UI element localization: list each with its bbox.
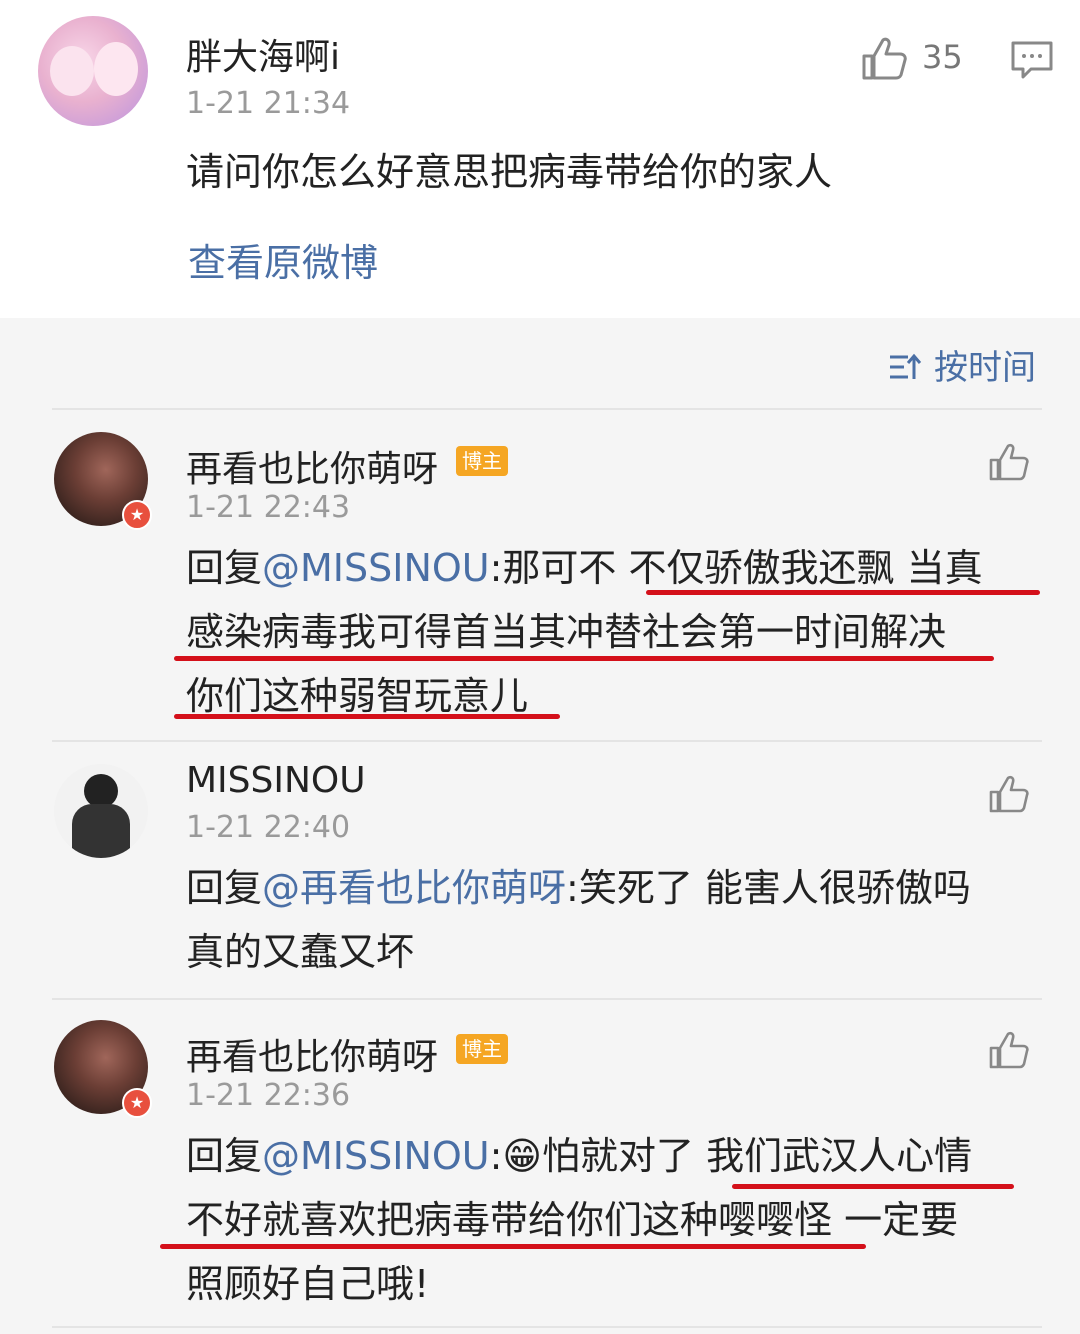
reply-text-line: :😁怕就对了 我们武汉人心情 bbox=[489, 1134, 973, 1178]
red-underline bbox=[174, 714, 560, 719]
reply-text-line: 不好就喜欢把病毒带给你们这种嘤嘤怪 一定要 bbox=[186, 1198, 959, 1242]
red-underline bbox=[174, 656, 994, 661]
sort-label: 按时间 bbox=[934, 348, 1036, 388]
reply-line: 回复@再看也比你萌呀:笑死了 能害人很骄傲吗 bbox=[186, 856, 1066, 920]
sort-icon bbox=[890, 353, 922, 379]
avatar[interactable] bbox=[38, 16, 148, 126]
reply-text-line: :那可不 不仅骄傲我还飘 当真 bbox=[489, 546, 983, 590]
reply-text-line: 真的又蠢又坏 bbox=[186, 930, 415, 974]
avatar-figure bbox=[94, 42, 138, 96]
reply-prefix: 回复 bbox=[186, 866, 263, 910]
verified-badge-icon: ★ bbox=[122, 1088, 152, 1118]
reply-prefix: 回复 bbox=[186, 1134, 263, 1178]
reply-text: 回复@MISSINOU:😁怕就对了 我们武汉人心情 不好就喜欢把病毒带给你们这种… bbox=[186, 1124, 1066, 1316]
thumbs-up-icon[interactable] bbox=[860, 36, 908, 82]
reply-line: 回复@MISSINOU:😁怕就对了 我们武汉人心情 bbox=[186, 1124, 1066, 1188]
red-underline bbox=[646, 590, 1040, 595]
blogger-badge: 博主 bbox=[456, 1034, 508, 1064]
reply-text: 回复@再看也比你萌呀:笑死了 能害人很骄傲吗 真的又蠢又坏 bbox=[186, 856, 1066, 984]
view-original-link[interactable]: 查看原微博 bbox=[188, 232, 378, 287]
avatar-figure bbox=[50, 46, 94, 96]
comment-text: 请问你怎么好意思把病毒带给你的家人 bbox=[186, 150, 833, 194]
mention-link[interactable]: @MISSINOU bbox=[262, 1134, 490, 1178]
reply-text-line: 感染病毒我可得首当其冲替社会第一时间解决 bbox=[186, 610, 947, 654]
comment-time: 1-21 22:40 bbox=[186, 810, 351, 845]
avatar-figure bbox=[72, 804, 130, 858]
avatar[interactable] bbox=[54, 764, 148, 858]
reply-text-line: 照顾好自己哦! bbox=[186, 1262, 430, 1306]
main-comment: 胖大海啊i 1-21 21:34 35 请问你怎么好意思把病毒带给你的家人 查看… bbox=[0, 0, 1080, 318]
reply-text: 回复@MISSINOU:那可不 不仅骄傲我还飘 当真 感染病毒我可得首当其冲替社… bbox=[186, 536, 1066, 728]
divider bbox=[52, 1326, 1042, 1328]
comment-time: 1-21 22:43 bbox=[186, 490, 351, 525]
divider bbox=[52, 740, 1042, 742]
comment-time: 1-21 21:34 bbox=[186, 86, 351, 121]
mention-link[interactable]: @MISSINOU bbox=[262, 546, 490, 590]
comment-icon[interactable] bbox=[1010, 40, 1054, 80]
thumbs-up-icon[interactable] bbox=[988, 1030, 1030, 1070]
divider bbox=[52, 408, 1042, 410]
author-name[interactable]: 再看也比你萌呀 bbox=[186, 1028, 438, 1080]
red-underline bbox=[160, 1244, 866, 1249]
blogger-badge: 博主 bbox=[456, 446, 508, 476]
reply-prefix: 回复 bbox=[186, 546, 263, 590]
divider bbox=[52, 998, 1042, 1000]
like-count: 35 bbox=[922, 38, 963, 76]
author-name[interactable]: 再看也比你萌呀 bbox=[186, 440, 438, 492]
verified-badge-icon: ★ bbox=[122, 500, 152, 530]
thumbs-up-icon[interactable] bbox=[988, 774, 1030, 814]
red-underline bbox=[732, 1184, 1014, 1189]
comment-time: 1-21 22:36 bbox=[186, 1078, 351, 1113]
reply-text-line: :笑死了 能害人很骄傲吗 bbox=[566, 866, 971, 910]
author-name[interactable]: MISSINOU bbox=[186, 760, 366, 801]
author-name[interactable]: 胖大海啊i bbox=[186, 28, 340, 80]
mention-link[interactable]: @再看也比你萌呀 bbox=[262, 866, 566, 910]
sort-by-time-button[interactable]: 按时间 bbox=[888, 340, 1036, 389]
thumbs-up-icon[interactable] bbox=[988, 442, 1030, 482]
avatar-figure bbox=[84, 774, 118, 808]
